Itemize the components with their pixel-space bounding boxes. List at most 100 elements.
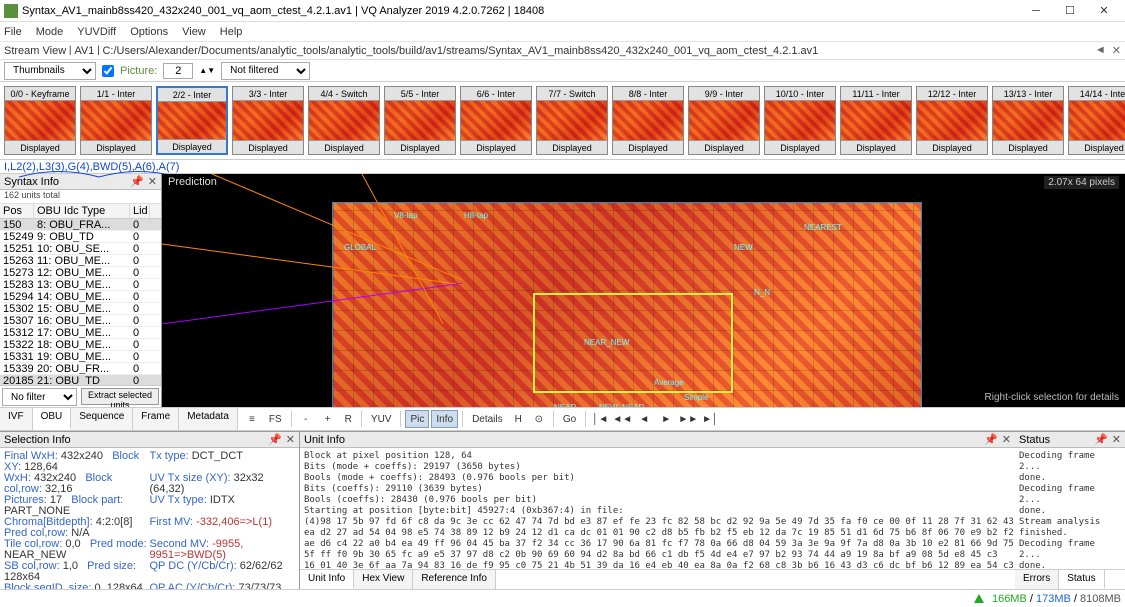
- pic-button[interactable]: Pic: [405, 410, 429, 428]
- thumb-footer: Displayed: [233, 140, 303, 154]
- table-row[interactable]: 2018521: OBU_TD0: [0, 375, 161, 385]
- table-row[interactable]: 1525110: OBU_SE...0: [0, 243, 161, 255]
- subtab-hex-view[interactable]: Hex View: [354, 570, 413, 589]
- pin-icon[interactable]: 📌: [984, 433, 998, 446]
- zoom-in-button[interactable]: +: [318, 410, 338, 428]
- tab-sequence[interactable]: Sequence: [71, 408, 133, 430]
- first-icon[interactable]: │◄: [590, 410, 610, 428]
- subtab-unit-info[interactable]: Unit Info: [300, 570, 354, 589]
- pane-close-icon[interactable]: ✕: [1112, 433, 1121, 446]
- go-button[interactable]: Go: [558, 410, 581, 428]
- crumb-stream[interactable]: Stream View: [4, 45, 66, 57]
- prediction-view[interactable]: Prediction 2.07x 64 pixels Right-click s…: [162, 174, 1125, 407]
- crumb-close-icon[interactable]: ✕: [1112, 44, 1121, 57]
- tab-obu[interactable]: OBU: [33, 408, 72, 430]
- next-fast-icon[interactable]: ►►: [678, 410, 698, 428]
- thumbnail[interactable]: 13/13 - InterDisplayed: [992, 86, 1064, 155]
- table-row[interactable]: 1530215: OBU_ME...0: [0, 303, 161, 315]
- thumb-header: 8/8 - Inter: [613, 87, 683, 101]
- thumbnail[interactable]: 5/5 - InterDisplayed: [384, 86, 456, 155]
- app-icon: [4, 4, 18, 18]
- zoom-out-button[interactable]: -: [296, 410, 316, 428]
- fullscreen-button[interactable]: FS: [264, 410, 287, 428]
- pin-icon[interactable]: 📌: [268, 433, 282, 446]
- picture-checkbox[interactable]: [102, 65, 114, 77]
- table-row[interactable]: 152499: OBU_TD0: [0, 231, 161, 243]
- pane-close-icon[interactable]: ✕: [1002, 433, 1011, 446]
- thumbnail[interactable]: 14/14 - InterDisplayed: [1068, 86, 1125, 155]
- thumbnail[interactable]: 4/4 - SwitchDisplayed: [308, 86, 380, 155]
- details-button[interactable]: Details: [467, 410, 508, 428]
- extract-button[interactable]: Extract selected units: [81, 388, 159, 405]
- yuv-button[interactable]: YUV: [366, 410, 397, 428]
- thumbnail[interactable]: 6/6 - InterDisplayed: [460, 86, 532, 155]
- close-button[interactable]: ✕: [1087, 1, 1121, 21]
- subtab-status[interactable]: Status: [1059, 570, 1104, 589]
- picture-spinner-icon[interactable]: ▲▼: [199, 66, 215, 75]
- menu-yuvdiff[interactable]: YUVDiff: [77, 26, 116, 38]
- tab-metadata[interactable]: Metadata: [179, 408, 238, 430]
- menu-mode[interactable]: Mode: [36, 26, 64, 38]
- table-row[interactable]: 1533920: OBU_FR...0: [0, 363, 161, 375]
- menu-help[interactable]: Help: [220, 26, 243, 38]
- thumb-image: [5, 101, 75, 140]
- memory-badge: 166MB / 173MB / 8108MB: [992, 593, 1121, 605]
- selected-block[interactable]: [533, 293, 733, 393]
- prev-icon[interactable]: ◄: [634, 410, 654, 428]
- subtab-reference[interactable]: Reference Info: [413, 570, 496, 589]
- info-button[interactable]: Info: [431, 410, 458, 428]
- thumbnail[interactable]: 12/12 - InterDisplayed: [916, 86, 988, 155]
- table-row[interactable]: 1508: OBU_FRA...0: [0, 219, 161, 231]
- reset-button[interactable]: R: [340, 410, 357, 428]
- next-icon[interactable]: ►: [656, 410, 676, 428]
- thumb-header: 14/14 - Inter: [1069, 87, 1125, 101]
- thumb-header: 6/6 - Inter: [461, 87, 531, 101]
- target-icon[interactable]: ⊙: [529, 410, 549, 428]
- thumbnail[interactable]: 10/10 - InterDisplayed: [764, 86, 836, 155]
- syntax-pane: Syntax Info 📌✕ 162 units total Pos OBU I…: [0, 174, 162, 407]
- maximize-button[interactable]: ☐: [1053, 1, 1087, 21]
- thumb-image: [81, 101, 151, 140]
- table-row[interactable]: 1529414: OBU_ME...0: [0, 291, 161, 303]
- thumbnails-select[interactable]: Thumbnails: [4, 62, 96, 80]
- thumbnail[interactable]: 11/11 - InterDisplayed: [840, 86, 912, 155]
- crumb-codec[interactable]: AV1: [74, 45, 94, 57]
- picture-input[interactable]: [163, 63, 193, 79]
- table-row[interactable]: 1526311: OBU_ME...0: [0, 255, 161, 267]
- thumbnail[interactable]: 0/0 - KeyframeDisplayed: [4, 86, 76, 155]
- menu-options[interactable]: Options: [130, 26, 168, 38]
- no-filter-select[interactable]: No filter: [2, 388, 77, 406]
- table-row[interactable]: 1528313: OBU_ME...0: [0, 279, 161, 291]
- menu-file[interactable]: File: [4, 26, 22, 38]
- table-row[interactable]: 1527312: OBU_ME...0: [0, 267, 161, 279]
- prev-fast-icon[interactable]: ◄◄: [612, 410, 632, 428]
- tab-frame[interactable]: Frame: [133, 408, 179, 430]
- thumbnail[interactable]: 1/1 - InterDisplayed: [80, 86, 152, 155]
- table-row[interactable]: 1530716: OBU_ME...0: [0, 315, 161, 327]
- thumbnail[interactable]: 2/2 - InterDisplayed: [156, 86, 228, 155]
- table-row[interactable]: 1531217: OBU_ME...0: [0, 327, 161, 339]
- last-icon[interactable]: ►│: [700, 410, 720, 428]
- pane-close-icon[interactable]: ✕: [286, 433, 295, 446]
- menu-view[interactable]: View: [182, 26, 206, 38]
- thumbnail[interactable]: 8/8 - InterDisplayed: [612, 86, 684, 155]
- hamburger-icon[interactable]: ≡: [242, 410, 262, 428]
- filter-select[interactable]: Not filtered: [221, 62, 310, 80]
- filter-bar: Thumbnails Picture: ▲▼ Not filtered: [0, 60, 1125, 82]
- crumb-prev-icon[interactable]: ◄: [1095, 44, 1106, 57]
- thumbnail[interactable]: 7/7 - SwitchDisplayed: [536, 86, 608, 155]
- h-button[interactable]: H: [510, 410, 527, 428]
- tab-ivf[interactable]: IVF: [0, 408, 33, 430]
- thumbnail[interactable]: 3/3 - InterDisplayed: [232, 86, 304, 155]
- thumbnail[interactable]: 9/9 - InterDisplayed: [688, 86, 760, 155]
- pin-icon[interactable]: 📌: [1094, 433, 1108, 446]
- thumb-image: [309, 101, 379, 140]
- mv-overlay: [162, 174, 462, 324]
- subtab-errors[interactable]: Errors: [1015, 570, 1059, 589]
- table-row[interactable]: 1532218: OBU_ME...0: [0, 339, 161, 351]
- unit-info-body[interactable]: Block at pixel position 128, 64 Bits (mo…: [300, 448, 1015, 569]
- main-toolbar: IVF OBU Sequence Frame Metadata ≡ FS - +…: [0, 407, 1125, 431]
- syntax-table[interactable]: Pos OBU Idc Type Lid 1508: OBU_FRA...015…: [0, 204, 161, 385]
- minimize-button[interactable]: ─: [1019, 1, 1053, 21]
- table-row[interactable]: 1533119: OBU_ME...0: [0, 351, 161, 363]
